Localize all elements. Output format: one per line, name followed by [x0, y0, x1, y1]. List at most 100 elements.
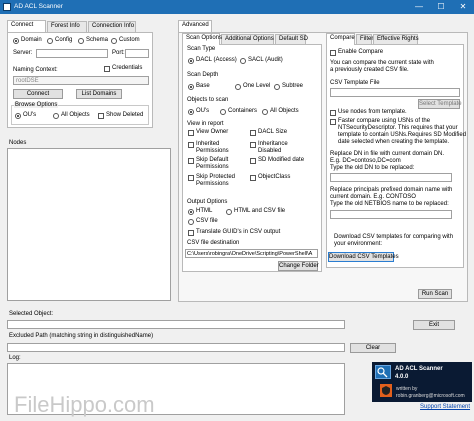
radio-domain[interactable]	[13, 38, 19, 44]
radio-depth-onelevel[interactable]	[235, 84, 241, 90]
skip-default-label: Skip Default Permissions	[196, 157, 229, 170]
title-bar: AD ACL Scanner — ☐ ✕	[0, 0, 474, 14]
browse-options-title: Browse Options	[14, 102, 59, 108]
old-dn-input[interactable]	[330, 173, 452, 182]
radio-output-csv[interactable]	[188, 219, 194, 225]
radio-obj-containers[interactable]	[220, 109, 226, 115]
replace-dn-line-1: Replace DN in file with current domain D…	[330, 151, 445, 157]
view-owner-checkbox[interactable]	[188, 130, 194, 136]
template-file-input[interactable]	[330, 88, 460, 97]
radio-depth-subtree[interactable]	[274, 84, 280, 90]
faster-line-1: Faster compare using USNs of the	[338, 118, 431, 124]
connect-button[interactable]: Connect	[13, 89, 63, 99]
clear-button[interactable]: Clear	[350, 343, 396, 353]
radio-depth-base[interactable]	[188, 84, 194, 90]
scan-type-title: Scan Type	[187, 46, 216, 52]
tab-advanced[interactable]: Advanced	[178, 20, 212, 32]
credentials-checkbox[interactable]	[104, 66, 110, 72]
radio-obj-ous[interactable]	[188, 109, 194, 115]
about-title: AD ACL Scanner	[395, 366, 443, 372]
radio-output-html-label: HTML	[196, 208, 213, 214]
nodes-tree[interactable]	[7, 148, 171, 301]
maximize-button[interactable]: ☐	[430, 0, 452, 14]
radio-browse-ous[interactable]	[15, 113, 21, 119]
sd-modified-checkbox[interactable]	[250, 158, 256, 164]
radio-obj-all[interactable]	[262, 109, 268, 115]
shield-icon	[380, 384, 392, 397]
excluded-path-label: Excluded Path (matching string in distin…	[9, 333, 154, 339]
server-input[interactable]	[36, 49, 108, 58]
scan-depth-title: Scan Depth	[187, 72, 219, 78]
support-statement-link[interactable]: Support Statement	[420, 404, 470, 410]
radio-config[interactable]	[47, 38, 53, 44]
replace-principal-line-1: Replace principals prefixed domain name …	[330, 187, 453, 193]
csv-dest-input[interactable]: C:\Users\robingra\OneDrive\Scripting\Pow…	[185, 249, 318, 258]
selected-object-input[interactable]	[7, 320, 345, 329]
tab-forest-info[interactable]: Forest Info	[47, 21, 87, 32]
change-folder-button[interactable]: Change Folder	[278, 261, 319, 271]
objects-title: Objects to scan	[187, 97, 229, 103]
dacl-size-checkbox[interactable]	[250, 130, 256, 136]
dacl-size-label: DACL Size	[258, 129, 288, 135]
skip-protected-checkbox[interactable]	[188, 175, 194, 181]
csv-dest-label: CSV file destination	[187, 240, 240, 246]
minimize-button[interactable]: —	[408, 0, 430, 14]
radio-depth-base-label: Base	[196, 83, 210, 89]
radio-obj-ous-label: OU's	[196, 108, 210, 114]
template-file-label: CSV Template File	[330, 80, 380, 86]
radio-browse-all-label: All Objects	[61, 112, 90, 118]
run-scan-button[interactable]: Run Scan	[418, 289, 452, 299]
show-deleted-checkbox[interactable]	[98, 113, 104, 119]
credentials-label: Credentials	[112, 65, 143, 71]
tab-connection-info[interactable]: Connection Info	[88, 21, 136, 32]
select-template-button[interactable]: Select Template	[418, 99, 462, 109]
nodes-label: Nodes	[9, 140, 27, 146]
list-domains-button[interactable]: List Domains	[76, 89, 122, 99]
radio-custom[interactable]	[111, 38, 117, 44]
use-nodes-checkbox[interactable]	[330, 110, 336, 116]
radio-dacl[interactable]	[188, 58, 194, 64]
radio-sacl[interactable]	[240, 58, 246, 64]
log-label: Log:	[9, 355, 21, 361]
old-netbios-input[interactable]	[330, 210, 452, 219]
tab-scan-options[interactable]: Scan Options	[182, 33, 222, 45]
replace-principal-line-3: Type the old NETBIOS name to be replaced…	[330, 201, 449, 207]
compare-desc-1: You can compare the current state with	[330, 60, 434, 66]
inherited-permissions-checkbox[interactable]	[188, 142, 194, 148]
selected-object-label: Selected Object:	[9, 311, 54, 317]
enable-compare-checkbox[interactable]	[330, 50, 336, 56]
download-templates-button[interactable]: Download CSV Templates	[328, 252, 399, 262]
radio-output-html-csv[interactable]	[226, 209, 232, 215]
view-owner-label: View Owner	[196, 129, 229, 135]
radio-depth-subtree-label: Subtree	[282, 83, 304, 89]
objectclass-checkbox[interactable]	[250, 175, 256, 181]
port-label: Port:	[112, 50, 125, 56]
naming-context-label: Naming Context:	[13, 67, 58, 73]
excluded-path-input[interactable]	[7, 343, 345, 352]
radio-output-html[interactable]	[188, 209, 194, 215]
tab-compare[interactable]: Compare	[326, 33, 355, 45]
compare-desc-2: a previously created CSV file.	[330, 67, 409, 73]
faster-compare-checkbox[interactable]	[330, 119, 336, 125]
faster-line-2: NTSecurityDescriptor. This requires that…	[338, 125, 458, 131]
tab-connect[interactable]: Connect	[7, 20, 46, 32]
download-line-1: Download CSV templates for comparing wit…	[334, 234, 454, 240]
naming-context-input[interactable]: rootDSE	[13, 76, 149, 85]
radio-obj-all-label: All Objects	[270, 108, 299, 114]
objectclass-label: ObjectClass	[258, 174, 291, 180]
faster-line-3: template to contain USNs.Requires SD Mod…	[338, 132, 467, 138]
exit-button[interactable]: Exit	[413, 320, 455, 330]
port-input[interactable]	[125, 49, 149, 58]
radio-output-csv-label: CSV file	[196, 218, 218, 224]
radio-schema[interactable]	[78, 38, 84, 44]
skip-default-checkbox[interactable]	[188, 158, 194, 164]
radio-browse-all[interactable]	[53, 113, 59, 119]
faster-line-4: date selected when creating the template…	[338, 139, 450, 145]
translate-guid-checkbox[interactable]	[188, 230, 194, 236]
download-line-2: your environment:	[334, 241, 383, 247]
inheritance-disabled-checkbox[interactable]	[250, 142, 256, 148]
sd-modified-label: SD Modified date	[258, 157, 305, 163]
window-title: AD ACL Scanner	[14, 3, 63, 10]
radio-domain-label: Domain	[21, 37, 42, 43]
close-button[interactable]: ✕	[452, 0, 474, 14]
